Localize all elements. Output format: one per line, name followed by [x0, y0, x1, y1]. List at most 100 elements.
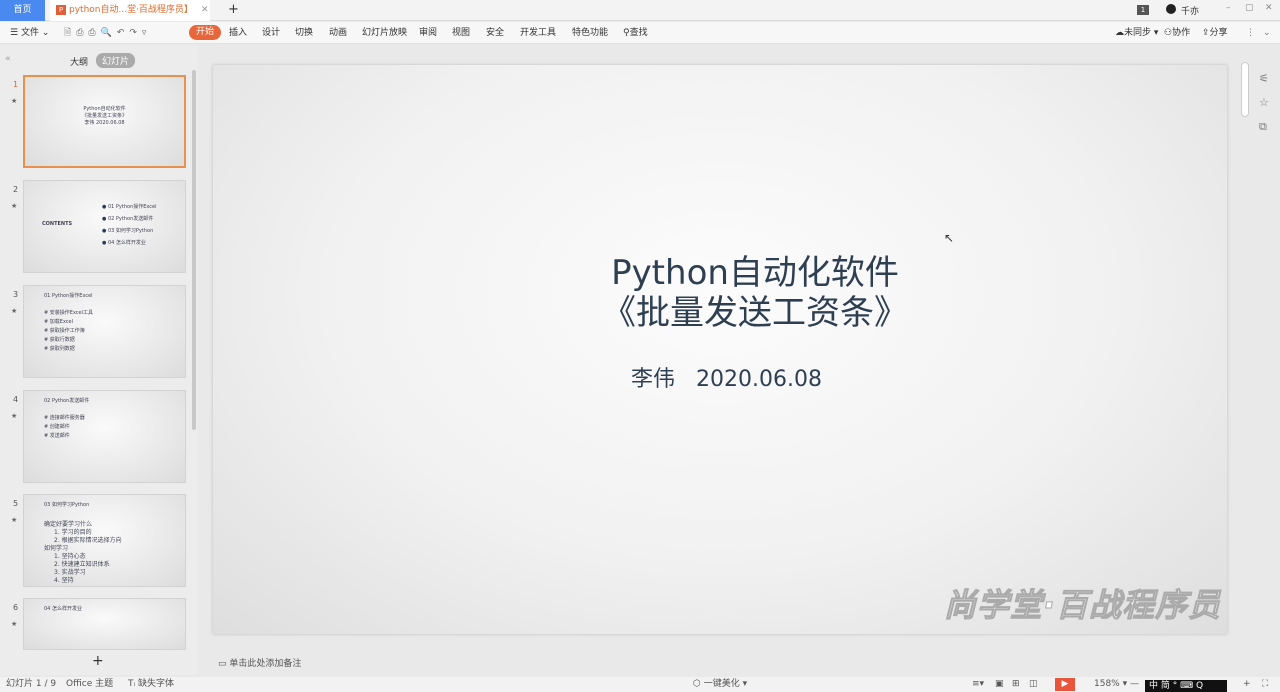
- properties-icon[interactable]: ⚟: [1259, 67, 1269, 91]
- normal-view-icon[interactable]: ▣: [995, 677, 1004, 692]
- notes-toggle-icon[interactable]: ≡▾: [972, 677, 984, 692]
- collapse-icon[interactable]: «: [5, 54, 11, 64]
- slide-thumbnail[interactable]: Python自动化软件 《批量发送工资条》 李伟 2020.06.08: [23, 75, 186, 168]
- slide-thumbnail[interactable]: CONTENTS ● 01 Python操作Excel ● 02 Python发送邮…: [23, 180, 186, 273]
- tab-document[interactable]: Ppython自动...堂·百战程序员】 ✕: [50, 0, 210, 21]
- animation-star-icon: ★: [11, 412, 18, 420]
- thumbnail-line: ● 01 Python操作Excel: [102, 204, 157, 210]
- ime-toolbar[interactable]: 中 简 ° ⌨ Q: [1145, 680, 1227, 692]
- more-icon[interactable]: ⋮: [1246, 22, 1255, 44]
- vertical-scrollbar[interactable]: [1241, 62, 1249, 117]
- author-date: 2020.06.08: [696, 367, 822, 392]
- fit-icon[interactable]: ⛶: [1262, 677, 1268, 692]
- zoom-level[interactable]: 158% ▾: [1094, 677, 1127, 692]
- slide-title-line2[interactable]: 《批量发送工资条》: [213, 285, 1227, 334]
- missing-font-label: 缺失字体: [137, 679, 174, 689]
- sync-button[interactable]: ☁未同步 ▾: [1115, 22, 1158, 44]
- author-name: 李伟: [631, 367, 676, 392]
- tab-animation[interactable]: 动画: [329, 22, 347, 44]
- notes-area[interactable]: ▭ 单击此处添加备注: [198, 654, 1238, 674]
- close-icon[interactable]: ✕: [201, 5, 209, 15]
- beautify-button[interactable]: ⬡ 一键美化 ▾: [693, 677, 747, 692]
- thumbnail-text: 02 Python发送邮件: [107, 216, 154, 222]
- file-label: 文件: [20, 28, 39, 38]
- missing-font-button[interactable]: Tᵢ 缺失字体: [128, 677, 174, 692]
- tab-review[interactable]: 审阅: [419, 22, 437, 44]
- thumbnail-line: 03 如何学习Python: [44, 501, 89, 508]
- tab-transition[interactable]: 切换: [295, 22, 313, 44]
- sorter-view-icon[interactable]: ⊞: [1012, 677, 1020, 692]
- thumbnail-number: 6: [13, 603, 19, 612]
- badge[interactable]: 1: [1137, 5, 1149, 15]
- panel-scrollbar[interactable]: [192, 70, 196, 430]
- play-slideshow-button[interactable]: ▶: [1055, 678, 1075, 691]
- cloud-icon: ☁: [1115, 28, 1124, 38]
- status-bar: 幻灯片 1 / 9 Office 主题 Tᵢ 缺失字体 ⬡ 一键美化 ▾ ≡▾ …: [0, 677, 1280, 692]
- thumbnail-line: ● 04 怎么样开发业: [102, 240, 146, 246]
- zoom-in-button[interactable]: +: [1243, 677, 1251, 692]
- thumbnail-number: 5: [13, 499, 19, 508]
- tab-bar: 首页 Ppython自动...堂·百战程序员】 ✕ + 1 千亦 – ▢ ✕: [0, 0, 1280, 21]
- tab-developer[interactable]: 开发工具: [520, 22, 556, 44]
- close-window-button[interactable]: ✕: [1265, 3, 1273, 13]
- new-tab-button[interactable]: +: [228, 2, 239, 17]
- file-menu[interactable]: ☰ 文件 ⌄: [10, 22, 49, 44]
- thumbnail-line: # 发送邮件: [44, 432, 70, 439]
- user-add-icon: ⚇: [1164, 28, 1173, 38]
- shape-icon[interactable]: ☆: [1259, 91, 1269, 115]
- tab-view[interactable]: 视图: [452, 22, 470, 44]
- thumbnail-line: # 加载Excel: [44, 318, 73, 325]
- copy-icon[interactable]: ⧉: [1259, 115, 1269, 139]
- tab-start[interactable]: 开始: [189, 25, 222, 40]
- slide-thumbnail[interactable]: 01 Python操作Excel # 安装操作Excel工具 # 加载Excel # …: [23, 285, 186, 378]
- tab-insert[interactable]: 插入: [229, 22, 247, 44]
- quick-access-icons[interactable]: 🗎⎙⎙🔍↶↷▿: [64, 22, 151, 44]
- slide-thumbnail[interactable]: 04 怎么样开发业: [23, 598, 186, 650]
- minimize-button[interactable]: –: [1226, 3, 1231, 13]
- thumbnail-line: 01 Python操作Excel: [44, 292, 93, 299]
- thumbnail-text: # 获取行数据: [44, 337, 75, 343]
- user-name[interactable]: 千亦: [1181, 4, 1199, 17]
- theme-name[interactable]: Office 主题: [66, 677, 113, 692]
- tab-slides[interactable]: 幻灯片: [96, 53, 136, 68]
- beautify-icon: ⬡: [693, 679, 704, 689]
- animation-star-icon: ★: [11, 202, 18, 210]
- thumbnail-line: ● 03 如何学习Python: [102, 228, 154, 234]
- beautify-label: 一键美化: [703, 679, 740, 689]
- share-button[interactable]: ⇪分享: [1202, 22, 1228, 44]
- reading-view-icon[interactable]: ◫: [1029, 677, 1038, 692]
- right-sidebar: ⚟ ☆ ⧉: [1259, 67, 1269, 139]
- tab-home[interactable]: 首页: [0, 0, 45, 21]
- notes-placeholder: 单击此处添加备注: [229, 659, 302, 669]
- thumbnail-text: 03 如何学习Python: [107, 228, 154, 234]
- add-slide-button[interactable]: +: [92, 653, 104, 669]
- thumbnail-text: # 发送邮件: [44, 433, 70, 439]
- slide-canvas[interactable]: Python自动化软件 《批量发送工资条》 李伟 2020.06.08 尚学堂·…: [213, 65, 1227, 634]
- tab-features[interactable]: 特色功能: [572, 22, 608, 44]
- thumbnail-text: 4. 坚持: [54, 577, 74, 584]
- tab-outline[interactable]: 大纲: [70, 55, 88, 68]
- zoom-out-button[interactable]: —: [1130, 677, 1139, 692]
- collab-label: 协作: [1172, 28, 1191, 38]
- thumbnail-line: # 安装操作Excel工具: [44, 309, 93, 316]
- search-icon: ⚲: [623, 28, 630, 38]
- thumbnail-line: # 创建邮件: [44, 423, 70, 430]
- collab-button[interactable]: ⚇协作: [1164, 22, 1190, 44]
- avatar[interactable]: [1166, 4, 1176, 14]
- restore-button[interactable]: ▢: [1245, 3, 1254, 13]
- thumbnail-line: Python自动化软件: [25, 105, 184, 112]
- chevron-down-icon[interactable]: ⌄: [1263, 22, 1271, 44]
- search-button[interactable]: ⚲查找: [623, 22, 648, 44]
- thumbnail-line: CONTENTS: [42, 221, 72, 227]
- thumbnail-line: # 获取行数据: [44, 336, 75, 343]
- slide-thumbnail[interactable]: 02 Python发送邮件 # 连接邮件服务器 # 创建邮件 # 发送邮件: [23, 390, 186, 483]
- thumbnail-line: # 连接邮件服务器: [44, 414, 85, 421]
- slide-author[interactable]: 李伟 2020.06.08: [631, 361, 822, 393]
- slide-thumbnail[interactable]: 03 如何学习Python 确定好要学习什么 1. 学习的目的 2. 根据实际情况选择…: [23, 494, 186, 587]
- tab-security[interactable]: 安全: [486, 22, 504, 44]
- thumbnail-text: 04 怎么样开发业: [107, 240, 146, 246]
- cursor-icon: ↖: [944, 231, 955, 245]
- tab-design[interactable]: 设计: [262, 22, 280, 44]
- tab-slideshow[interactable]: 幻灯片放映: [362, 22, 407, 44]
- thumbnail-text: 02 Python发送邮件: [44, 398, 90, 404]
